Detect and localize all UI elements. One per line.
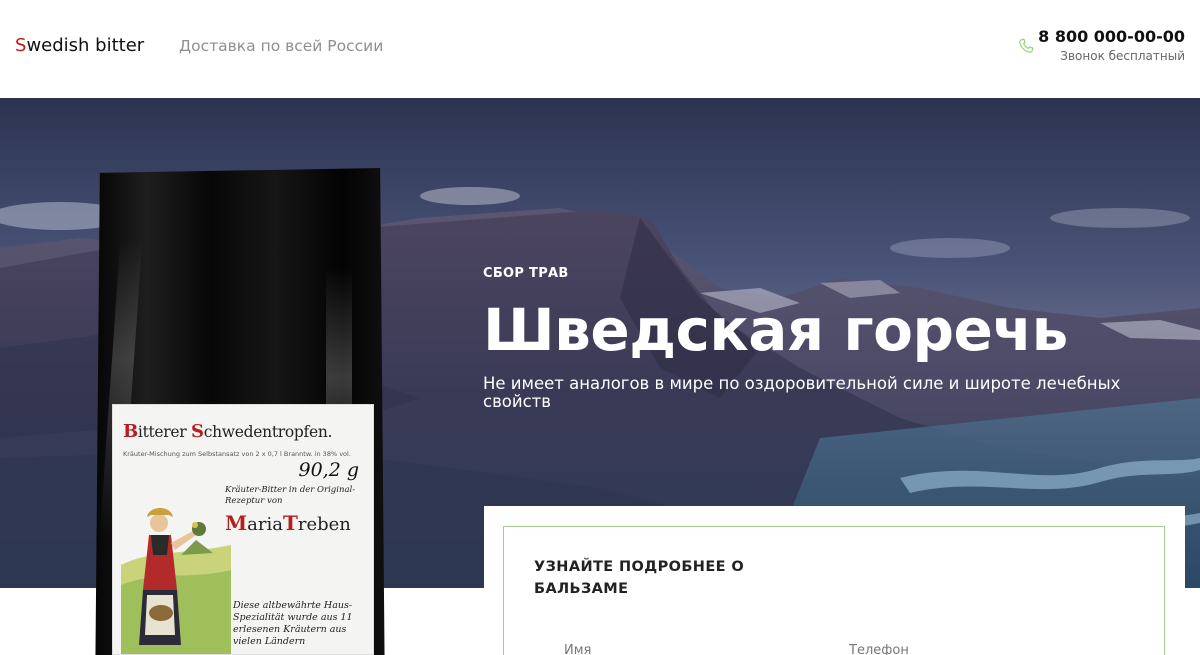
product-image: Bitterer Schwedentropfen. Kräuter-Mischu…: [94, 168, 386, 655]
logo-first-letter: S: [15, 35, 27, 56]
delivery-text: Доставка по всей России: [179, 37, 384, 55]
hero-title: Шведская горечь: [483, 296, 1068, 364]
logo-text: wedish bitter: [26, 35, 145, 56]
label-illustration: [121, 508, 231, 654]
hero-subtitle: Не имеет аналогов в мире по оздоровитель…: [483, 374, 1121, 411]
label-weight: 90,2 g: [298, 459, 359, 481]
phone-field-label[interactable]: Телефон: [849, 643, 909, 655]
phone-note: Звонок бесплатный: [1060, 49, 1185, 63]
logo[interactable]: Swedish bitter: [15, 35, 144, 56]
label-title: Bitterer Schwedentropfen.: [123, 421, 333, 442]
phone-icon[interactable]: [1017, 37, 1035, 55]
phone-number[interactable]: 8 800 000-00-00: [1038, 27, 1185, 46]
lead-form-card: УЗНАЙТЕ ПОДРОБНЕЕ О БАЛЬЗАМЕ Имя Телефон: [484, 506, 1185, 655]
label-subtitle: Kräuter-Bitter in der Original-Rezeptur …: [225, 485, 356, 506]
hero-eyebrow: СБОР ТРАВ: [483, 266, 569, 281]
name-field-label[interactable]: Имя: [564, 643, 591, 655]
form-heading: УЗНАЙТЕ ПОДРОБНЕЕ О БАЛЬЗАМЕ: [534, 559, 745, 597]
product-label: Bitterer Schwedentropfen. Kräuter-Mischu…: [112, 404, 374, 655]
label-fine-print: Kräuter-Mischung zum Selbstansatz von 2 …: [123, 450, 351, 458]
label-brand: MariaTreben: [225, 511, 351, 535]
label-description: Diese altbewährte Haus-Spezialität wurde…: [233, 600, 353, 647]
site-header: Swedish bitter Доставка по всей России 8…: [0, 0, 1200, 98]
